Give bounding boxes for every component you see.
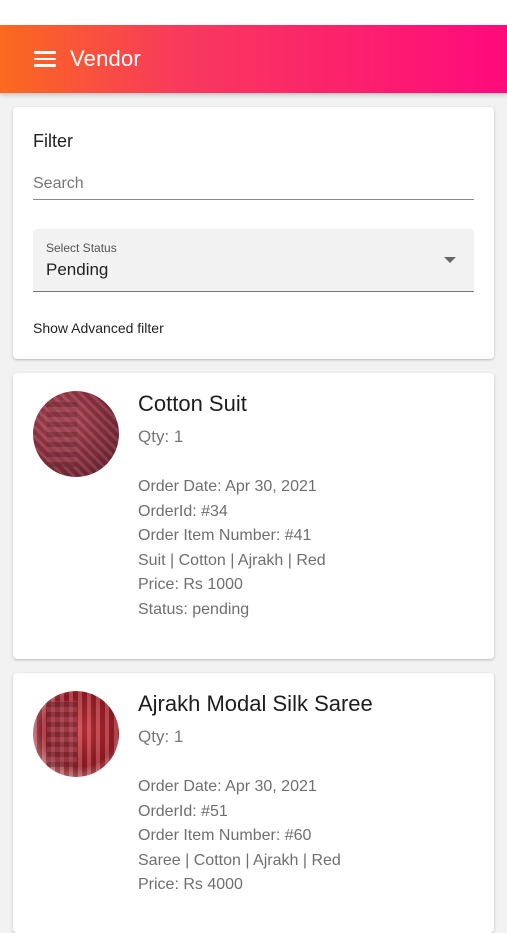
show-advanced-filter-link[interactable]: Show Advanced filter: [33, 320, 164, 336]
order-card[interactable]: Ajrakh Modal Silk Saree Qty: 1 Order Dat…: [13, 673, 494, 933]
filter-card: Filter Select Status Pending Show Advanc…: [13, 107, 494, 359]
order-details: Order Date: Apr 30, 2021 OrderId: #51 Or…: [138, 775, 341, 898]
product-name: Ajrakh Modal Silk Saree: [138, 691, 373, 716]
app-bar: Vendor: [0, 25, 507, 93]
product-thumbnail: [33, 391, 119, 477]
status-select-value: Pending: [46, 260, 109, 279]
order-item-number: Order Item Number: #60: [138, 827, 312, 844]
order-id: OrderId: #34: [138, 502, 228, 520]
status-bar: [0, 0, 507, 25]
order-item-number: Order Item Number: #41: [138, 527, 312, 544]
dropdown-caret-icon: [444, 257, 456, 263]
order-status: Status: pending: [138, 600, 250, 618]
product-thumbnail: [33, 691, 119, 777]
order-details: Order Date: Apr 30, 2021 OrderId: #34 Or…: [138, 475, 326, 622]
menu-icon[interactable]: [34, 51, 56, 67]
product-qty: Qty: 1: [138, 427, 184, 446]
status-select[interactable]: Select Status Pending: [33, 229, 474, 292]
product-qty: Qty: 1: [138, 727, 184, 746]
order-card[interactable]: Cotton Suit Qty: 1 Order Date: Apr 30, 2…: [13, 373, 494, 659]
filter-title: Filter: [33, 131, 73, 151]
product-price: Price: Rs 4000: [138, 876, 243, 893]
product-price: Price: Rs 1000: [138, 576, 243, 593]
order-date: Order Date: Apr 30, 2021: [138, 478, 317, 495]
status-select-label: Select Status: [46, 241, 117, 255]
product-attributes: Saree | Cotton | Ajrakh | Red: [138, 851, 341, 869]
order-id: OrderId: #51: [138, 802, 228, 820]
search-input[interactable]: [33, 169, 474, 200]
product-attributes: Suit | Cotton | Ajrakh | Red: [138, 551, 326, 569]
app-title: Vendor: [70, 46, 141, 71]
order-date: Order Date: Apr 30, 2021: [138, 778, 317, 795]
product-name: Cotton Suit: [138, 391, 247, 416]
